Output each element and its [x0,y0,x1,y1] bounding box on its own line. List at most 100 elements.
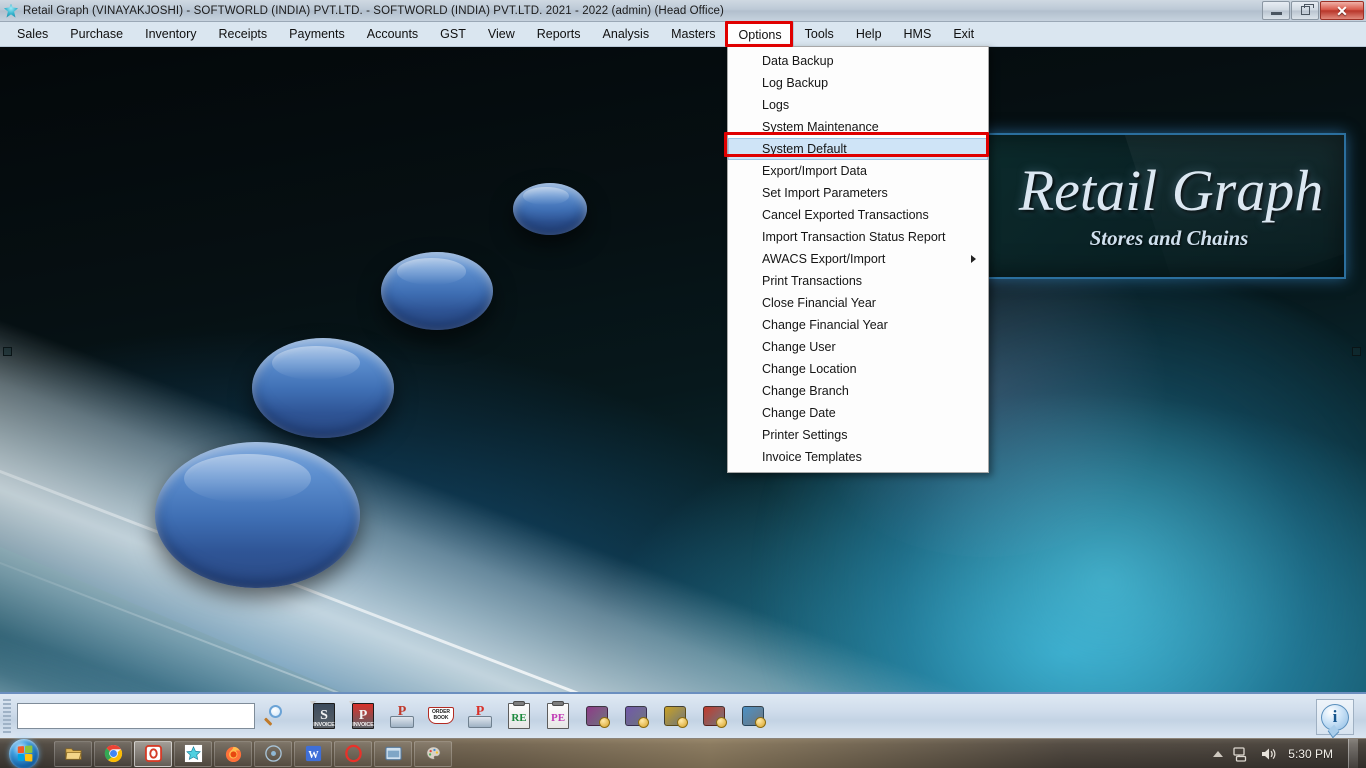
taskbar-disc-app[interactable] [254,740,292,767]
close-button[interactable]: ✕ [1320,1,1364,20]
menu-item-invoice-templates[interactable]: Invoice Templates [728,446,988,468]
taskbar-google-chrome[interactable] [94,740,132,767]
taskbar-opera[interactable] [334,740,372,767]
menu-item-change-user[interactable]: Change User [728,336,988,358]
receipt-entry-icon[interactable]: RE [504,701,534,731]
info-button[interactable]: i [1316,699,1354,735]
menubar-item-purchase[interactable]: Purchase [59,22,134,46]
minimize-button[interactable] [1262,1,1290,20]
cash-register-icon[interactable] [582,701,612,731]
taskbar-window-app[interactable] [374,740,412,767]
taskbar-window-app-icon [384,744,403,763]
purchase-invoice-icon[interactable]: P INVOICE [348,701,378,731]
taskbar-red-app-icon [144,744,163,763]
taskbar-retail-graph-icon [184,744,203,763]
menu-item-close-financial-year[interactable]: Close Financial Year [728,292,988,314]
printer-icon[interactable] [738,701,768,731]
shortcut-letter: P [358,708,368,723]
toolbar-search-group [17,703,287,729]
menubar-item-sales[interactable]: Sales [6,22,59,46]
menubar-item-view[interactable]: View [477,22,526,46]
menu-item-printer-settings[interactable]: Printer Settings [728,424,988,446]
banner-subtitle: Stores and Chains [1089,225,1249,250]
magnifier-icon[interactable] [263,704,287,728]
mdi-client-area: Retail Graph Stores and Chains [0,47,1366,692]
menubar-item-label: Options [738,27,782,42]
menu-item-label: Data Backup [762,54,834,68]
menubar-item-label: GST [440,27,466,41]
taskbar-retail-graph[interactable] [174,740,212,767]
menu-item-system-maintenance[interactable]: System Maintenance [728,116,988,138]
resize-handle-left[interactable] [3,347,12,356]
money-bag-icon[interactable] [660,701,690,731]
menubar-item-label: Exit [953,27,975,41]
taskbar-firefox[interactable] [214,740,252,767]
menu-item-logs[interactable]: Logs [728,94,988,116]
window-controls: ✕ [1261,1,1364,20]
menu-item-label: Change Date [762,406,836,420]
cash-flow-icon[interactable] [621,701,651,731]
menu-item-change-branch[interactable]: Change Branch [728,380,988,402]
taskbar-file-explorer-icon [64,744,83,763]
menubar-item-label: Masters [671,27,716,41]
svg-text:W: W [308,750,319,761]
menu-item-change-date[interactable]: Change Date [728,402,988,424]
menubar-item-inventory[interactable]: Inventory [134,22,207,46]
speaker-icon[interactable] [1259,745,1277,763]
data-transfer-icon[interactable] [699,701,729,731]
menubar-item-options[interactable]: Options [726,22,794,46]
toolbar-shortcuts: S INVOICE P INVOICE P ORDER BOOK P RE PE [309,701,768,731]
menubar-item-accounts[interactable]: Accounts [356,22,429,46]
resize-handle-right[interactable] [1352,347,1361,356]
menubar-item-label: Payments [289,27,345,41]
toolbar-grip[interactable] [3,699,11,733]
shortcut-accent-icon [755,717,766,728]
menubar-item-exit[interactable]: Exit [942,22,985,46]
application-toolbar: S INVOICE P INVOICE P ORDER BOOK P RE PE i [0,692,1366,738]
menubar-item-hms[interactable]: HMS [893,22,943,46]
print-purchase-icon[interactable]: P [465,701,495,731]
sales-invoice-icon[interactable]: S INVOICE [309,701,339,731]
search-input[interactable] [17,703,255,729]
show-desktop-button[interactable] [1348,739,1358,768]
menubar-item-receipts[interactable]: Receipts [208,22,279,46]
taskbar-w-app[interactable]: W [294,740,332,767]
taskbar-red-app[interactable] [134,740,172,767]
clipboard-clip-icon [552,701,564,706]
menu-item-export-import-data[interactable]: Export/Import Data [728,160,988,182]
menu-item-change-location[interactable]: Change Location [728,358,988,380]
menu-item-import-transaction-status-report[interactable]: Import Transaction Status Report [728,226,988,248]
menubar-item-label: Receipts [218,27,268,41]
menu-item-label: Change User [762,340,836,354]
menubar-item-tools[interactable]: Tools [794,22,845,46]
menu-item-data-backup[interactable]: Data Backup [728,50,988,72]
menu-item-change-financial-year[interactable]: Change Financial Year [728,314,988,336]
menubar-item-reports[interactable]: Reports [526,22,592,46]
restore-button[interactable] [1291,1,1319,20]
taskbar-google-chrome-icon [104,744,123,763]
network-icon[interactable] [1232,745,1250,763]
menu-item-system-default[interactable]: System Default [728,138,988,160]
taskbar-paint-app[interactable] [414,740,452,767]
menu-item-cancel-exported-transactions[interactable]: Cancel Exported Transactions [728,204,988,226]
menu-item-set-import-parameters[interactable]: Set Import Parameters [728,182,988,204]
menubar-item-gst[interactable]: GST [429,22,477,46]
menubar-item-help[interactable]: Help [845,22,893,46]
order-book-icon[interactable]: ORDER BOOK [426,701,456,731]
purchase-printer-icon[interactable]: P [387,701,417,731]
menu-item-label: AWACS Export/Import [762,252,886,266]
menu-item-awacs-export-import[interactable]: AWACS Export/Import [728,248,988,270]
menu-item-label: Change Location [762,362,857,376]
menubar-item-label: Analysis [602,27,650,41]
chevron-up-icon[interactable] [1213,751,1224,757]
menubar-item-masters[interactable]: Masters [660,22,726,46]
payment-entry-icon[interactable]: PE [543,701,573,731]
menubar-item-analysis[interactable]: Analysis [592,22,661,46]
start-button[interactable] [0,738,48,768]
menu-item-log-backup[interactable]: Log Backup [728,72,988,94]
menu-item-label: Import Transaction Status Report [762,230,946,244]
taskbar-clock[interactable]: 5:30 PM [1288,747,1333,761]
taskbar-file-explorer[interactable] [54,740,92,767]
menu-item-print-transactions[interactable]: Print Transactions [728,270,988,292]
menubar-item-payments[interactable]: Payments [278,22,356,46]
